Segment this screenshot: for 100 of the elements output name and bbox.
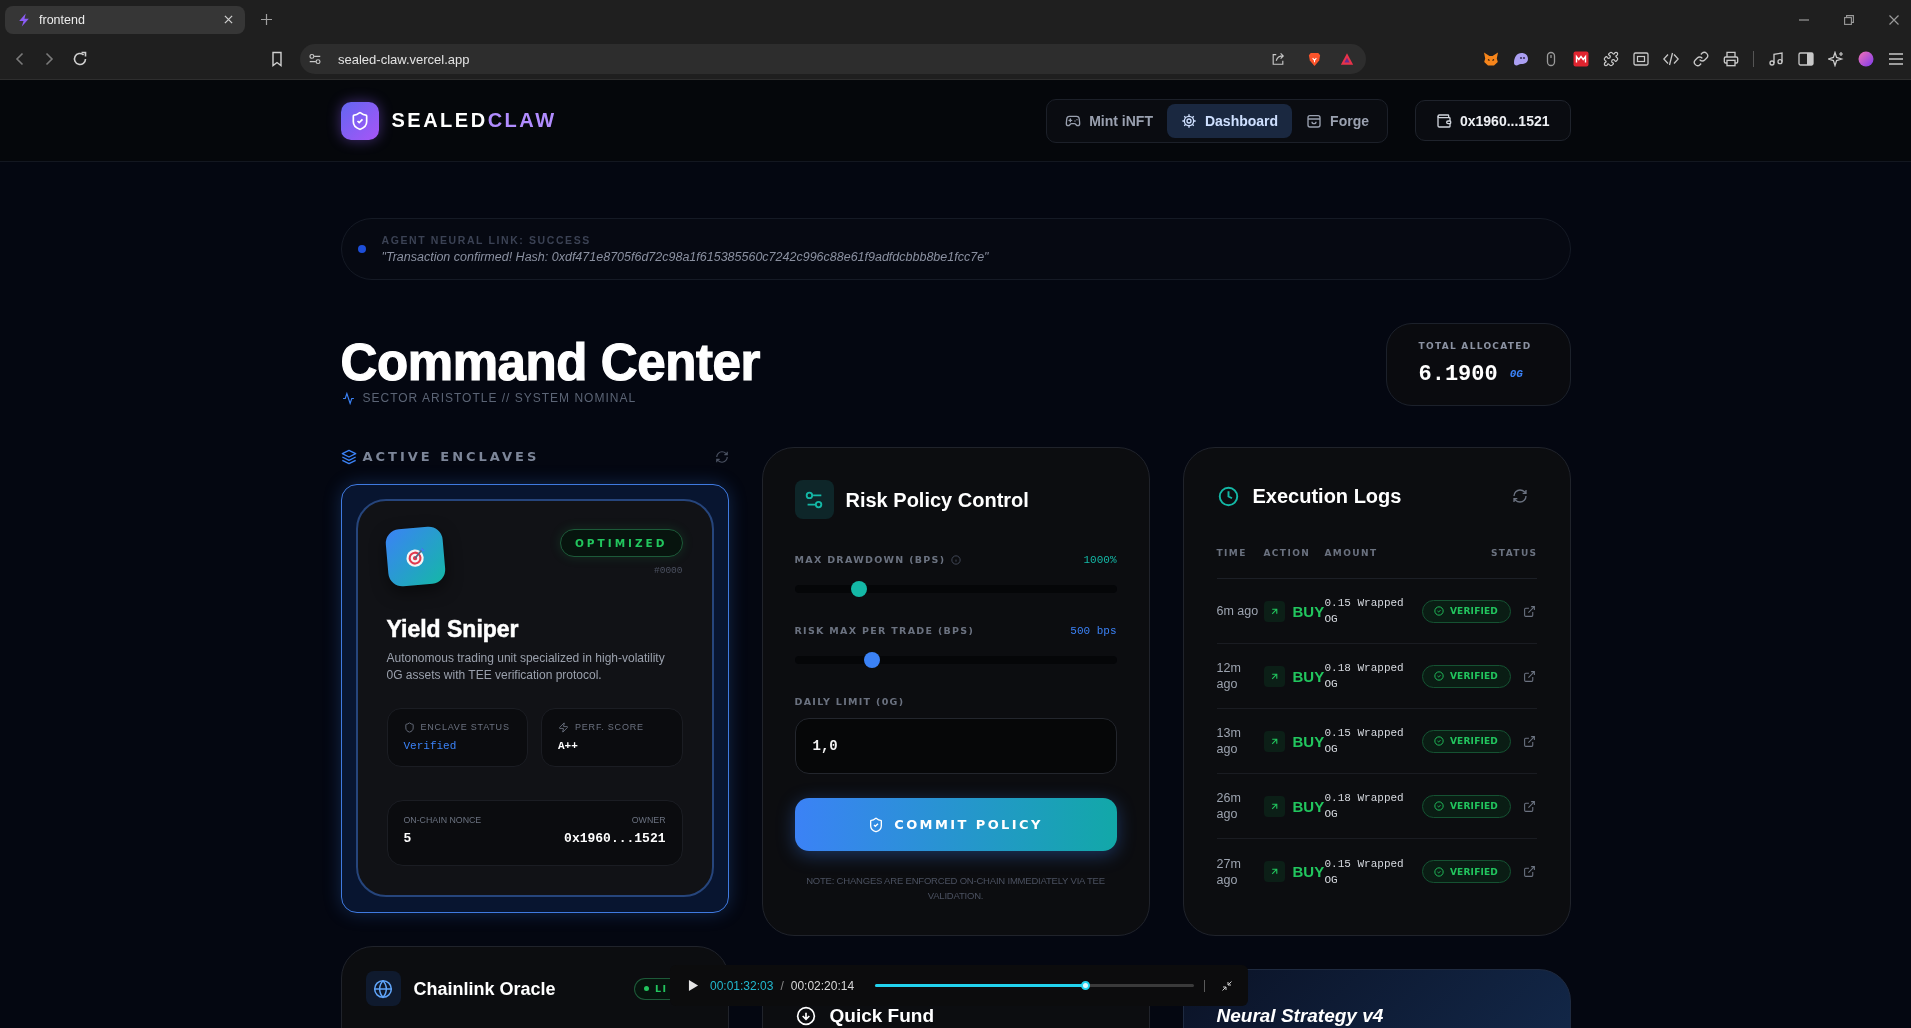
column-header: STATUS: [1489, 547, 1538, 559]
clock-icon: [1217, 485, 1239, 507]
page-subtitle: SECTOR ARISTOTLE // SYSTEM NOMINAL: [362, 391, 637, 405]
progress-track[interactable]: [875, 981, 1195, 990]
card-title: Quick Fund: [829, 1006, 934, 1025]
check-circle-icon: [1433, 606, 1444, 616]
bookmark-icon[interactable]: [269, 51, 285, 67]
refresh-icon[interactable]: [1511, 488, 1528, 504]
address-bar[interactable]: sealed-claw.vercel.app: [300, 44, 1366, 74]
total-value: 6.1900: [1418, 361, 1498, 387]
code-icon[interactable]: [1663, 51, 1679, 67]
slider-label: MAX DRAWDOWN (BPS): [794, 553, 946, 567]
card-title: Chainlink Oracle: [413, 977, 556, 1000]
action-label: BUY: [1292, 732, 1325, 750]
time-separator: /: [780, 978, 784, 993]
plus-icon[interactable]: [261, 14, 272, 25]
policy-note: NOTE: CHANGES ARE ENFORCED ON-CHAIN IMMEDIATELY VIA TEE VALIDATION.: [805, 874, 1106, 903]
printer-icon[interactable]: [1723, 51, 1739, 67]
status-badge: OPTIMIZED: [559, 529, 683, 557]
menu-icon[interactable]: [1888, 51, 1904, 67]
refresh-icon[interactable]: [714, 449, 729, 464]
duration-time: 00:02:20:14: [790, 978, 855, 993]
bag-icon: [1306, 112, 1323, 129]
time-cell-text: 12m ago: [1216, 660, 1242, 692]
minimize-icon[interactable]: [1799, 18, 1809, 21]
restore-icon[interactable]: [1844, 14, 1854, 25]
triangle-icon[interactable]: [1340, 52, 1354, 66]
owner-label: OWNER: [631, 815, 666, 826]
action-label: BUY: [1292, 602, 1325, 620]
gear-icon: [1180, 112, 1197, 129]
bolt-icon: [17, 12, 31, 27]
action-label: BUY: [1292, 667, 1325, 685]
lion-icon[interactable]: [1307, 51, 1322, 67]
slider-track[interactable]: [794, 581, 1117, 597]
close-icon[interactable]: [1889, 14, 1899, 25]
arrow-down-circle-icon: [795, 1005, 816, 1026]
arrow-up-right-icon: [1263, 861, 1285, 882]
layers-icon: [340, 448, 357, 465]
external-link-icon[interactable]: [1522, 734, 1536, 748]
play-icon[interactable]: [688, 979, 699, 992]
external-link-icon[interactable]: [1522, 799, 1536, 813]
slider-track[interactable]: [794, 652, 1117, 668]
total-label: TOTAL ALLOCATED: [1418, 341, 1533, 352]
external-link-icon[interactable]: [1522, 865, 1536, 878]
banner-label: AGENT NEURAL LINK: SUCCESS: [381, 233, 592, 247]
sparkle-icon[interactable]: [1828, 51, 1844, 67]
time-cell-text: 6m ago: [1216, 603, 1260, 619]
reload-icon[interactable]: [72, 51, 88, 67]
check-circle-icon: [1433, 671, 1444, 681]
input-field[interactable]: 1,0: [794, 718, 1117, 774]
card-title: Neural Strategy v4: [1216, 1006, 1385, 1025]
sidebar-icon[interactable]: [1798, 51, 1814, 67]
status-badge: VERIFIED: [1421, 794, 1511, 818]
time-cell-text: 26m ago: [1216, 790, 1242, 822]
stat-value: Verified: [403, 739, 458, 753]
wallet-button[interactable]: 0x1960...1521: [1414, 100, 1571, 141]
site-settings-icon[interactable]: [308, 52, 322, 66]
wallet-icon: [1435, 112, 1452, 129]
zap-icon: [558, 721, 569, 733]
link-icon[interactable]: [1693, 51, 1709, 67]
agent-description: Autonomous trading unit specialized in high-volatility 0G assets with TEE verification protocol.: [386, 650, 666, 684]
puzzle-icon[interactable]: [1603, 51, 1619, 67]
time-cell-text: 27m ago: [1216, 855, 1242, 888]
stat-label: PERF. SCORE: [575, 722, 644, 732]
progress-handle[interactable]: [1081, 981, 1091, 990]
arrow-up-right-icon: [1263, 665, 1285, 687]
nav-tab[interactable]: Dashboard: [1166, 103, 1293, 138]
ghost-icon[interactable]: [1513, 51, 1529, 67]
nonce-label: ON-CHAIN NONCE: [403, 815, 482, 826]
status-badge: VERIFIED: [1421, 729, 1511, 753]
nav-tab[interactable]: Forge: [1292, 103, 1383, 138]
app-tile-icon[interactable]: [1573, 51, 1589, 67]
amount-cell-text: 0.15 Wrapped OG: [1324, 596, 1405, 627]
amount-cell-text: 0.18 Wrapped OG: [1324, 791, 1405, 822]
browser-tab[interactable]: frontend: [5, 5, 245, 34]
share-icon[interactable]: [1271, 52, 1285, 66]
section-title: ACTIVE ENCLAVES: [362, 449, 540, 464]
shield-icon: [403, 721, 415, 733]
collapse-icon[interactable]: [1221, 979, 1234, 992]
check-circle-icon: [1433, 866, 1444, 877]
sliders-icon: [794, 480, 834, 519]
music-icon[interactable]: [1768, 51, 1784, 67]
banner-message: "Transaction confirmed! Hash: 0xdf471e8705f6d72c98a1f615385560c7242c996c88e61f9adfdcbbb8be1fcc7e": [381, 249, 989, 265]
external-link-icon[interactable]: [1522, 604, 1536, 618]
slider-thumb[interactable]: [863, 652, 880, 668]
nav-tab[interactable]: Mint iNFT: [1051, 103, 1167, 138]
arrow-up-right-icon: [1263, 600, 1285, 622]
close-icon[interactable]: [224, 15, 233, 24]
external-link-icon[interactable]: [1522, 669, 1536, 683]
card-title: Risk Policy Control: [845, 487, 1029, 512]
frame-icon[interactable]: [1633, 51, 1649, 67]
pulse-icon: [341, 391, 355, 405]
slider-thumb[interactable]: [850, 581, 867, 597]
shield-logo-icon: [340, 101, 379, 140]
profile-icon[interactable]: [1858, 51, 1874, 67]
fox-icon[interactable]: [1483, 51, 1499, 67]
owner-address: 0x1960...1521: [564, 831, 666, 847]
live-badge: LI: [633, 977, 670, 1000]
agent-id: #0000: [654, 565, 683, 577]
time-cell-text: 13m ago: [1216, 725, 1242, 757]
